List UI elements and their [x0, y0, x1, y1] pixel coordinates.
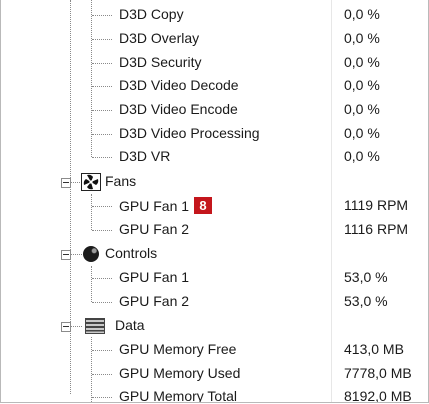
- control-knob-icon: [83, 246, 99, 262]
- sensor-value: 0,0 %: [344, 77, 380, 93]
- tree-row[interactable]: D3D Overlay 0,0 %: [1, 27, 428, 51]
- tree-connector: [92, 302, 112, 303]
- tree-row[interactable]: GPU Fan 2 1116 RPM: [1, 218, 428, 242]
- sensor-label: D3D Overlay: [119, 30, 200, 46]
- tree-connector: [92, 110, 112, 111]
- tree-connector: [92, 15, 112, 16]
- sensor-label: GPU Fan 1: [119, 269, 190, 285]
- sensor-label: D3D Copy: [119, 6, 184, 22]
- sensor-label: GPU Fan 2: [119, 293, 190, 309]
- sensor-label: D3D Video Processing: [119, 125, 260, 141]
- tree-row[interactable]: GPU Fan 18 1119 RPM: [1, 194, 428, 218]
- sensor-value: 1116 RPM: [344, 221, 409, 237]
- tree-row[interactable]: GPU Memory Used 7778,0 MB: [1, 362, 428, 386]
- sensor-value: 0,0 %: [344, 125, 380, 141]
- sensor-value: 0,0 %: [344, 101, 380, 117]
- tree-connector: [92, 278, 112, 279]
- tree-row[interactable]: GPU Memory Total 8192,0 MB: [1, 385, 428, 403]
- sensor-value: 1119 RPM: [344, 197, 409, 213]
- tree-connector: [92, 134, 112, 135]
- sensor-tree-panel: D3D Copy 0,0 % D3D Overlay 0,0 % D3D Sec…: [0, 0, 429, 403]
- tree-connector: [92, 86, 112, 87]
- group-label: Controls: [105, 245, 158, 261]
- sensor-label: GPU Memory Total: [119, 388, 237, 403]
- tree-row[interactable]: D3D Video Processing 0,0 %: [1, 122, 428, 146]
- tree-row[interactable]: D3D VR 0,0 %: [1, 145, 428, 169]
- tree-row[interactable]: D3D Copy 0,0 %: [1, 3, 428, 27]
- tree-connector: [92, 157, 112, 158]
- sensor-value: 53,0 %: [344, 293, 388, 309]
- tree-connector: [92, 230, 112, 231]
- tree-row[interactable]: D3D Security 0,0 %: [1, 51, 428, 75]
- sensor-value: 8192,0 MB: [344, 388, 412, 403]
- sensor-label-text: GPU Fan 1: [119, 198, 190, 214]
- collapse-toggle[interactable]: [61, 178, 71, 188]
- sensor-label: GPU Memory Free: [119, 341, 237, 357]
- sensor-label: GPU Fan 18: [119, 197, 213, 214]
- tree-connector: [92, 397, 112, 398]
- tree-connector: [92, 374, 112, 375]
- sensor-value: 0,0 %: [344, 6, 380, 22]
- tree-row[interactable]: D3D Video Encode 0,0 %: [1, 98, 428, 122]
- group-label: Fans: [105, 173, 137, 189]
- collapse-toggle[interactable]: [61, 250, 71, 260]
- tree-row[interactable]: D3D Video Decode 0,0 %: [1, 74, 428, 98]
- sensor-label: GPU Fan 2: [119, 221, 190, 237]
- sensor-label: D3D Security: [119, 54, 202, 70]
- tree-group-data[interactable]: Data: [1, 314, 428, 338]
- sensor-value: 413,0 MB: [344, 341, 404, 357]
- sensor-label: D3D Video Encode: [119, 101, 238, 117]
- tree-connector: [92, 350, 112, 351]
- sensor-value: 7778,0 MB: [344, 365, 412, 381]
- tree-connector: [92, 39, 112, 40]
- collapse-toggle[interactable]: [61, 322, 71, 332]
- sensor-value: 0,0 %: [344, 54, 380, 70]
- tree-connector: [92, 63, 112, 64]
- sensor-label: D3D VR: [119, 148, 171, 164]
- tree-group-controls[interactable]: Controls: [1, 242, 428, 266]
- tree-connector: [92, 206, 112, 207]
- tree-row[interactable]: GPU Fan 1 53,0 %: [1, 266, 428, 290]
- sensor-value: 0,0 %: [344, 30, 380, 46]
- tree-group-fans[interactable]: Fans: [1, 170, 428, 194]
- tree-row[interactable]: GPU Memory Free 413,0 MB: [1, 338, 428, 362]
- data-stack-icon: [85, 318, 105, 334]
- tree-connector: [70, 326, 82, 327]
- tree-row[interactable]: GPU Fan 2 53,0 %: [1, 290, 428, 314]
- sensor-label: D3D Video Decode: [119, 77, 239, 93]
- tree-connector: [70, 254, 82, 255]
- fan-icon: [81, 173, 101, 191]
- sensor-value: 53,0 %: [344, 269, 388, 285]
- sensor-label: GPU Memory Used: [119, 365, 241, 381]
- sensor-value: 0,0 %: [344, 148, 380, 164]
- group-label: Data: [115, 317, 145, 333]
- annotation-badge: 8: [194, 197, 213, 214]
